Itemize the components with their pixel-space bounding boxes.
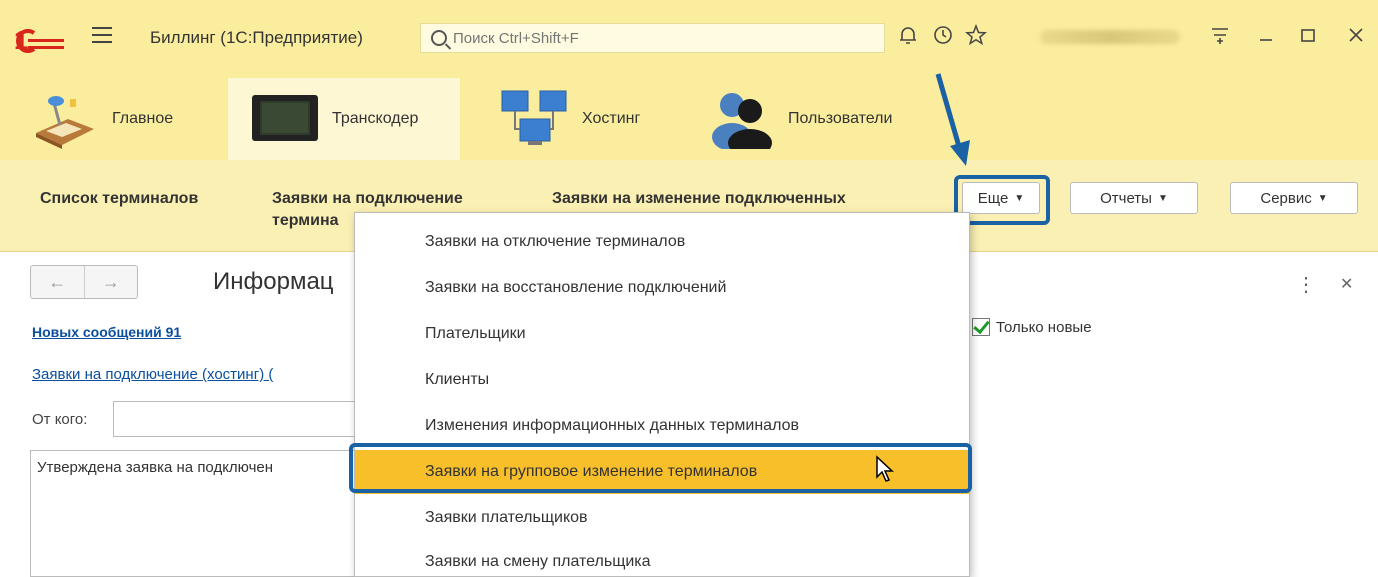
- app-title: Биллинг (1С:Предприятие): [150, 28, 363, 47]
- settings-icon[interactable]: [1208, 24, 1232, 48]
- menu-item[interactable]: Заявки на восстановление подключений: [355, 266, 969, 310]
- menu-item[interactable]: Плательщики: [355, 312, 969, 356]
- only-new-label: Только новые: [996, 319, 1092, 336]
- search-input[interactable]: [453, 29, 853, 47]
- section-label: Главное: [112, 110, 174, 127]
- history-icon[interactable]: [930, 24, 954, 48]
- menu-item[interactable]: Заявки на смену плательщика: [355, 540, 969, 577]
- search-box[interactable]: [420, 23, 885, 53]
- chevron-down-icon: ▼: [1317, 192, 1328, 204]
- section-hosting[interactable]: Хостинг: [500, 78, 690, 160]
- more-actions-icon[interactable]: ⋮: [1296, 272, 1316, 297]
- logo-1c-icon[interactable]: 1: [14, 2, 74, 78]
- form-title: Информац: [213, 268, 334, 295]
- reports-button[interactable]: Отчеты ▼: [1070, 182, 1198, 214]
- forward-icon[interactable]: →: [83, 266, 138, 298]
- bell-icon[interactable]: [896, 24, 920, 48]
- star-icon[interactable]: [964, 23, 988, 48]
- network-icon: [501, 90, 567, 145]
- message-text[interactable]: Утверждена заявка на подключен: [30, 450, 360, 577]
- chevron-down-icon: ▼: [1157, 192, 1168, 204]
- more-dropdown-menu: Заявки на отключение терминалов Заявки н…: [354, 212, 970, 577]
- hosting-requests-link[interactable]: Заявки на подключение (хостинг) (: [32, 366, 273, 383]
- sections-panel: Главное Транскодер Хостинг Пользователи: [0, 78, 1378, 160]
- maximize-icon[interactable]: [1296, 24, 1320, 48]
- section-transcoder[interactable]: Транскодер: [228, 78, 460, 160]
- menu-item[interactable]: Клиенты: [355, 358, 969, 402]
- only-new-checkbox[interactable]: [972, 318, 990, 336]
- nav-buttons: ← →: [30, 265, 138, 299]
- monitor-icon: [252, 95, 318, 141]
- new-messages-link[interactable]: Новых сообщений 91: [32, 324, 181, 340]
- section-label: Хостинг: [582, 110, 641, 127]
- title-bar: 1 Биллинг (1С:Предприятие): [0, 0, 1378, 78]
- cmd-terminal-list[interactable]: Список терминалов: [40, 188, 198, 210]
- mouse-cursor-icon: [876, 455, 894, 482]
- service-button[interactable]: Сервис ▼: [1230, 182, 1358, 214]
- cmd-connect-requests-line1: Заявки на подключение: [272, 190, 463, 207]
- from-label: От кого:: [32, 411, 88, 428]
- menu-item[interactable]: Заявки плательщиков: [355, 496, 969, 540]
- menu-item[interactable]: Заявки на отключение терминалов: [355, 220, 969, 264]
- section-label: Пользователи: [788, 110, 893, 127]
- from-field[interactable]: [113, 401, 358, 437]
- menu-item[interactable]: Изменения информационных данных терминал…: [355, 404, 969, 448]
- back-icon[interactable]: ←: [31, 266, 84, 298]
- minimize-icon[interactable]: [1254, 24, 1278, 48]
- users-icon: [712, 93, 772, 149]
- section-users[interactable]: Пользователи: [706, 78, 946, 160]
- search-icon: [431, 30, 447, 46]
- service-label: Сервис: [1260, 189, 1312, 207]
- desk-lamp-icon: [36, 96, 94, 149]
- cmd-change-requests[interactable]: Заявки на изменение подключенных: [552, 188, 846, 210]
- form-close-icon[interactable]: ✕: [1340, 274, 1353, 294]
- reports-label: Отчеты: [1100, 189, 1152, 207]
- hamburger-icon[interactable]: [92, 27, 112, 47]
- section-main[interactable]: Главное: [30, 78, 220, 160]
- section-label: Транскодер: [332, 110, 419, 127]
- user-name[interactable]: [1040, 30, 1180, 44]
- close-icon[interactable]: [1344, 24, 1368, 48]
